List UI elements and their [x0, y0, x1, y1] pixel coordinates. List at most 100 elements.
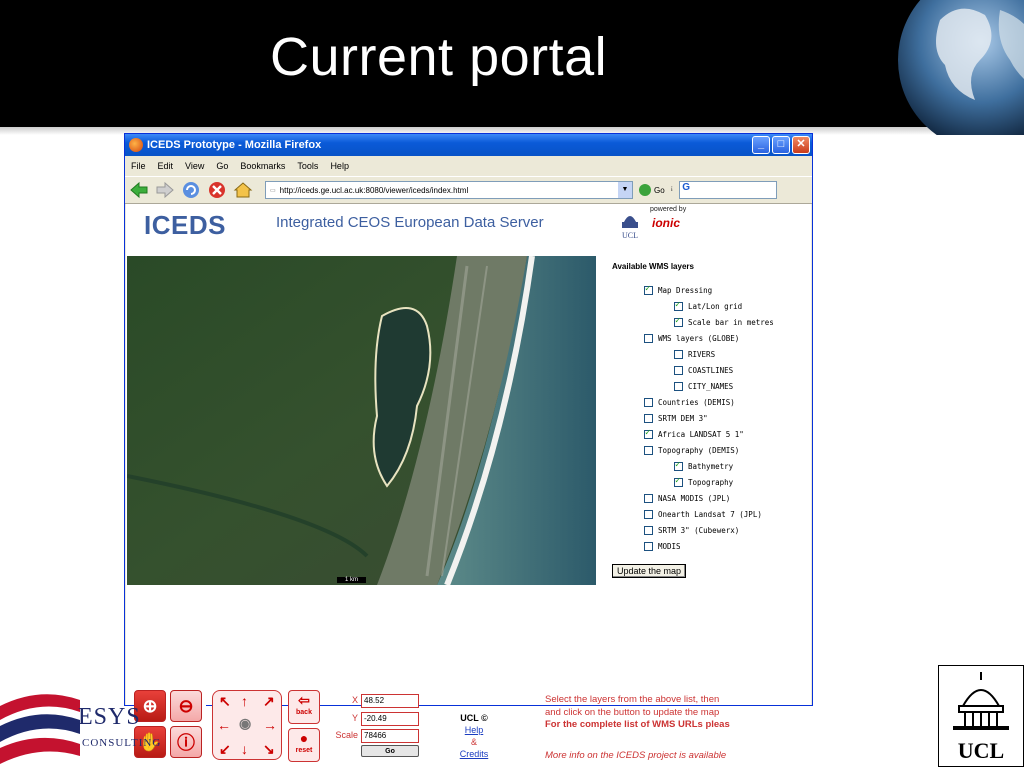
- search-input[interactable]: G: [679, 181, 778, 199]
- layer-checkbox[interactable]: [674, 381, 683, 391]
- arrow-nw-icon[interactable]: ↖: [219, 693, 231, 710]
- layer-checkbox[interactable]: [644, 333, 653, 343]
- info-line-1: Select the layers from the above list, t…: [545, 694, 720, 705]
- layer-checkbox[interactable]: [644, 445, 653, 455]
- minimize-button[interactable]: _: [752, 136, 770, 154]
- menu-bookmarks[interactable]: Bookmarks: [240, 161, 285, 171]
- engine-icon[interactable]: ꜟ: [671, 185, 674, 195]
- layer-checkbox[interactable]: [674, 460, 683, 471]
- layer-item: WMS layers (GLOBE): [612, 333, 812, 344]
- arrow-e-icon[interactable]: →: [263, 717, 277, 733]
- browser-window: ICEDS Prototype - Mozilla Firefox _ □ ✕ …: [124, 133, 813, 762]
- layer-label: Map Dressing: [658, 286, 713, 295]
- layer-checkbox[interactable]: [644, 428, 653, 439]
- layer-item: Scale bar in metres: [612, 316, 812, 328]
- layer-item: RIVERS: [612, 349, 812, 360]
- layer-item: COASTLINES: [612, 365, 812, 376]
- layer-label: Countries (DEMIS): [658, 398, 735, 407]
- info-line-3: For the complete list of WMS URLs pleas: [545, 719, 730, 730]
- iceds-logo: ICEDS: [144, 210, 226, 240]
- go-button[interactable]: Go: [639, 184, 665, 196]
- amp-text: &: [470, 737, 477, 747]
- reset-button[interactable]: ● reset: [288, 728, 320, 762]
- scale-input[interactable]: 78466: [361, 729, 419, 743]
- slide: Current portal ICEDS Prototype - Mozilla…: [0, 0, 1024, 768]
- back-button[interactable]: ⇦ back: [288, 690, 320, 724]
- layer-checkbox[interactable]: [644, 509, 653, 519]
- credits-link[interactable]: Credits: [444, 748, 504, 760]
- layer-checkbox[interactable]: [674, 300, 683, 311]
- layer-checkbox[interactable]: [674, 365, 683, 375]
- layer-item: Countries (DEMIS): [612, 397, 812, 408]
- layer-checkbox[interactable]: [644, 397, 653, 407]
- map-scale-bar: 1 km: [337, 577, 367, 583]
- url-bar[interactable]: ▭ http://iceds.ge.ucl.ac.uk:8080/viewer/…: [265, 181, 633, 199]
- layer-item: Topography (DEMIS): [612, 445, 812, 456]
- menu-help[interactable]: Help: [330, 161, 349, 171]
- navigation-toolbar: ▭ http://iceds.ge.ucl.ac.uk:8080/viewer/…: [125, 176, 812, 204]
- menu-file[interactable]: File: [131, 161, 146, 171]
- layer-label: COASTLINES: [688, 366, 734, 375]
- layer-item: CITY_NAMES: [612, 381, 812, 392]
- x-input[interactable]: 48.52: [361, 694, 419, 708]
- globe-image: [880, 0, 1024, 135]
- powered-by-label: powered by: [650, 206, 687, 213]
- layer-item: SRTM DEM 3": [612, 413, 812, 424]
- menu-go[interactable]: Go: [216, 161, 228, 171]
- update-map-button[interactable]: Update the map: [612, 564, 687, 578]
- layer-label: Lat/Lon grid: [688, 302, 743, 311]
- arrow-se-icon[interactable]: ↘: [263, 741, 275, 758]
- stop-icon[interactable]: [207, 180, 227, 200]
- layer-checkbox[interactable]: [674, 349, 683, 359]
- url-text: http://iceds.ge.ucl.ac.uk:8080/viewer/ic…: [279, 185, 469, 195]
- arrow-w-icon[interactable]: ←: [217, 717, 231, 733]
- layer-item: Africa LANDSAT 5 1": [612, 428, 812, 440]
- esys-subtitle: CONSULTING: [82, 737, 162, 749]
- satellite-map[interactable]: 1 km: [127, 256, 596, 585]
- layer-checkbox[interactable]: [644, 525, 653, 535]
- forward-arrow-icon[interactable]: [155, 180, 175, 200]
- layer-checkbox[interactable]: [674, 476, 683, 487]
- layer-checkbox[interactable]: [674, 316, 683, 327]
- ucl-copyright: UCL ©: [460, 713, 488, 723]
- layer-label: Africa LANDSAT 5 1": [658, 430, 744, 439]
- menu-tools[interactable]: Tools: [297, 161, 318, 171]
- layer-item: MODIS: [612, 541, 812, 552]
- window-title: ICEDS Prototype - Mozilla Firefox: [147, 139, 322, 151]
- maximize-button[interactable]: □: [772, 136, 790, 154]
- layer-checkbox[interactable]: [644, 413, 653, 423]
- browser-titlebar: ICEDS Prototype - Mozilla Firefox _ □ ✕: [125, 134, 812, 156]
- arrow-sw-icon[interactable]: ↙: [219, 741, 231, 758]
- ucl-dome-icon: UCL: [622, 216, 638, 240]
- layers-panel: Available WMS layers Map Dressing Lat/Lon…: [612, 262, 812, 557]
- layer-label: SRTM 3" (Cubewerx): [658, 526, 740, 535]
- layer-item: Lat/Lon grid: [612, 300, 812, 312]
- reset-globe-icon: ●: [299, 730, 309, 746]
- url-dropdown-icon[interactable]: ▼: [618, 182, 632, 198]
- home-icon[interactable]: [233, 180, 253, 200]
- layer-checkbox[interactable]: [644, 493, 653, 503]
- arrow-s-icon[interactable]: ↓: [241, 741, 248, 757]
- close-button[interactable]: ✕: [792, 136, 810, 154]
- globe-center-icon[interactable]: ◉: [239, 715, 251, 732]
- menu-view[interactable]: View: [185, 161, 204, 171]
- back-arrow-icon[interactable]: [129, 180, 149, 200]
- layer-label: WMS layers (GLOBE): [658, 334, 740, 343]
- layer-label: Bathymetry: [688, 462, 734, 471]
- y-input[interactable]: -20.49: [361, 712, 419, 726]
- firefox-icon: [129, 138, 143, 152]
- layer-checkbox[interactable]: [644, 284, 653, 295]
- coords-go-button[interactable]: Go: [361, 745, 419, 757]
- ucl-small-text: UCL: [622, 231, 638, 240]
- menu-edit[interactable]: Edit: [158, 161, 174, 171]
- layer-label: Topography (DEMIS): [658, 446, 740, 455]
- help-link[interactable]: Help: [444, 724, 504, 736]
- arrow-ne-icon[interactable]: ↗: [263, 693, 275, 710]
- layer-item: Topography: [612, 476, 812, 488]
- reload-icon[interactable]: [181, 180, 201, 200]
- arrow-n-icon[interactable]: ↑: [241, 693, 248, 709]
- layer-item: Onearth Landsat 7 (JPL): [612, 509, 812, 520]
- ucl-logo: UCL: [938, 665, 1024, 767]
- layer-label: Scale bar in metres: [688, 318, 774, 327]
- layer-checkbox[interactable]: [644, 541, 653, 551]
